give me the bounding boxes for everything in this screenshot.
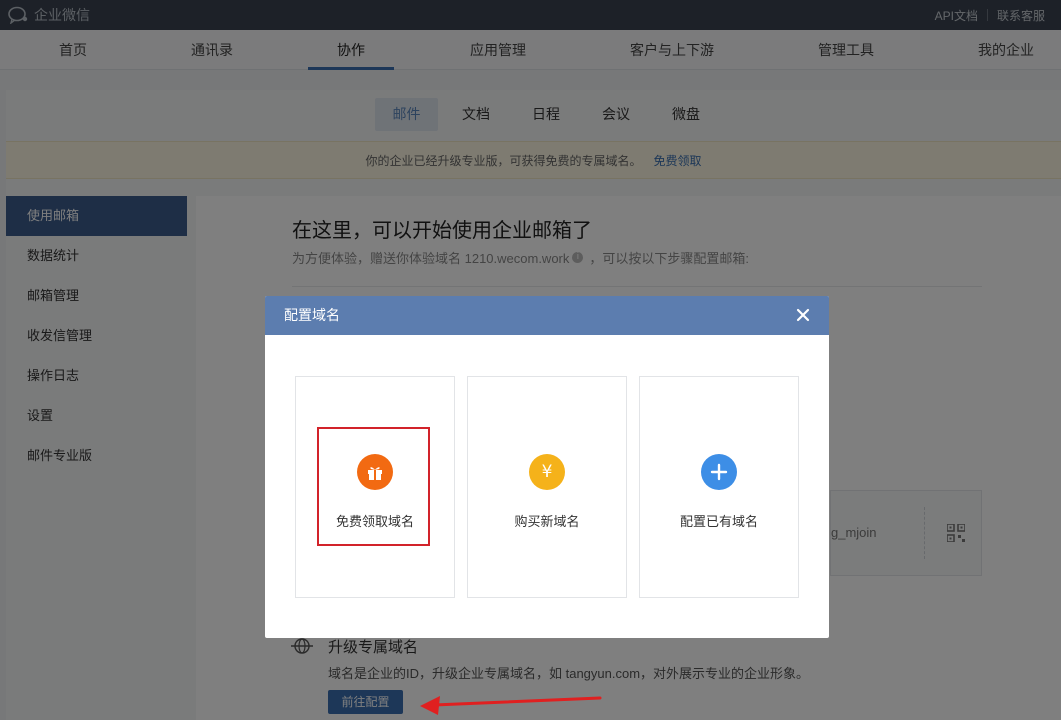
close-icon[interactable] bbox=[795, 307, 811, 323]
red-arrow-annotation bbox=[420, 696, 602, 715]
dialog-header: 配置域名 bbox=[265, 296, 829, 335]
option-label: 购买新域名 bbox=[514, 514, 580, 529]
option-buy-domain[interactable]: ¥ 购买新域名 bbox=[467, 376, 627, 598]
configure-domain-dialog: 配置域名 免费领取域名 ¥ 购买新域名 配置已有域名 bbox=[265, 296, 829, 638]
red-highlight-box bbox=[317, 427, 430, 546]
option-existing-domain[interactable]: 配置已有域名 bbox=[639, 376, 799, 598]
option-free-domain[interactable]: 免费领取域名 bbox=[295, 376, 455, 598]
plus-icon bbox=[701, 454, 737, 490]
option-label: 配置已有域名 bbox=[679, 514, 758, 529]
yen-icon: ¥ bbox=[529, 454, 565, 490]
dialog-title: 配置域名 bbox=[284, 307, 340, 323]
